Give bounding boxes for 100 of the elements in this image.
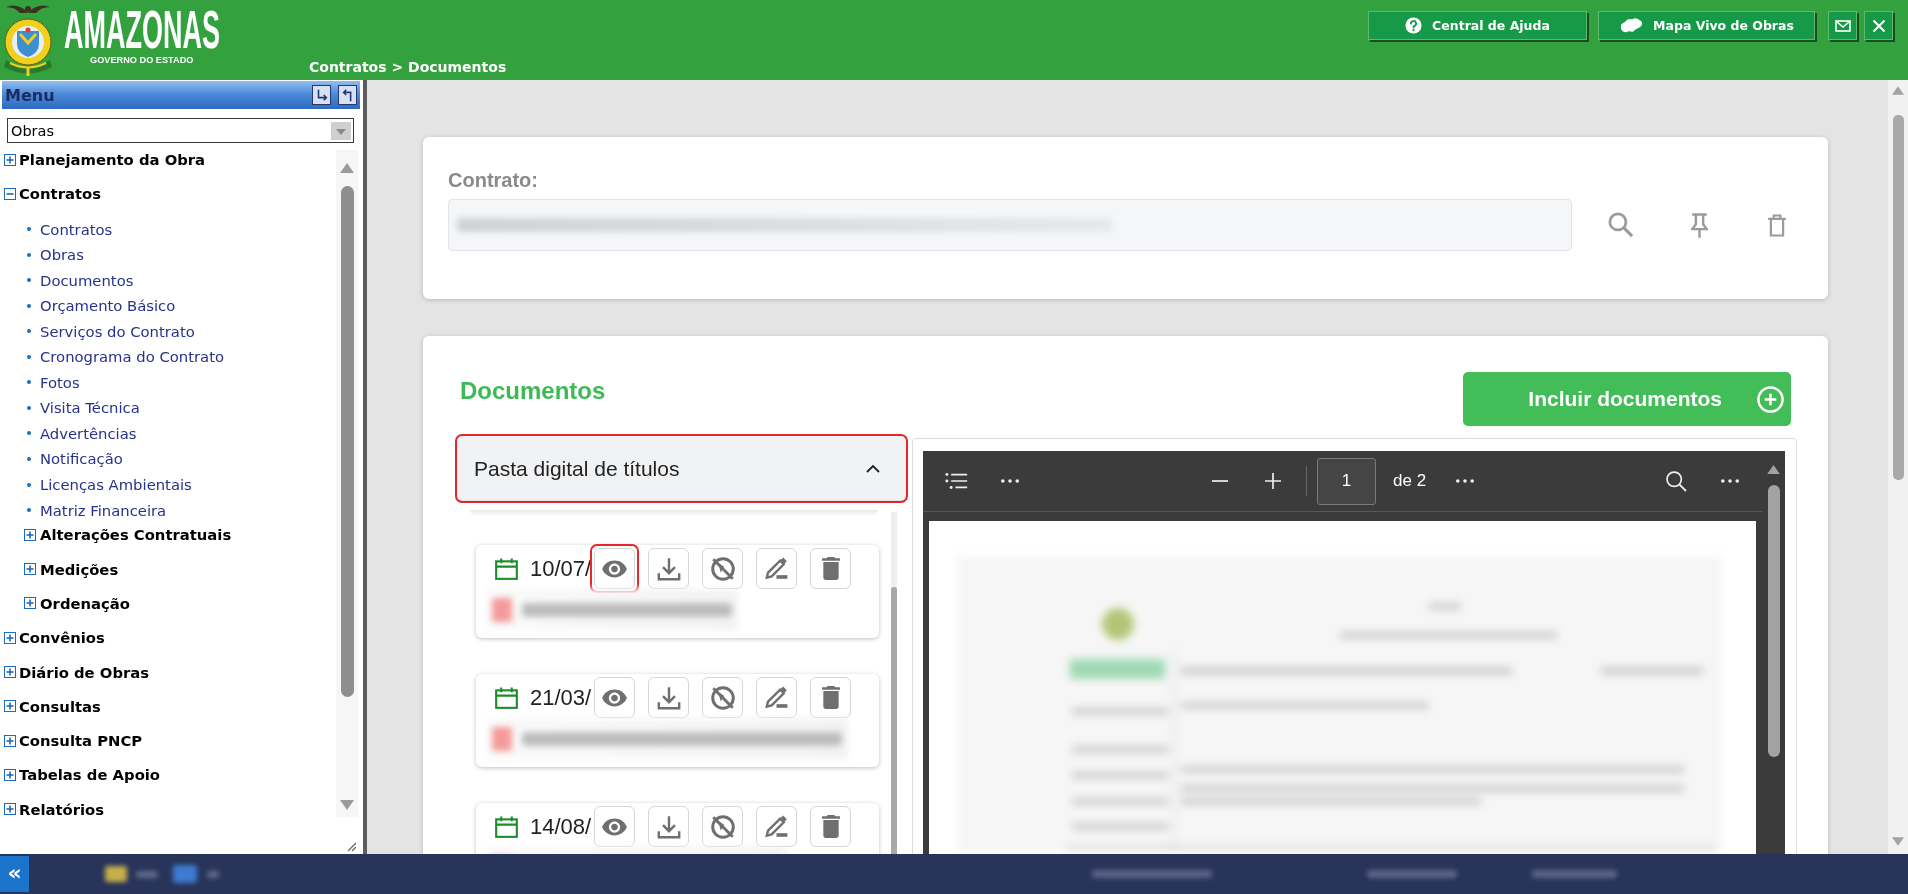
page-count-text: de 2 bbox=[1393, 471, 1427, 491]
menu-folder[interactable]: Convênios bbox=[0, 625, 336, 650]
scrollbar-thumb[interactable] bbox=[891, 587, 897, 854]
trash-icon bbox=[821, 815, 840, 838]
collapse-button[interactable]: « bbox=[0, 856, 29, 892]
calendar-icon bbox=[495, 815, 518, 838]
menu-link[interactable]: Documentos bbox=[20, 267, 336, 293]
menu-link[interactable]: Obras bbox=[20, 241, 336, 268]
pencil-icon bbox=[765, 815, 788, 838]
menu-folder[interactable]: Planejamento da Obra bbox=[0, 147, 336, 172]
contract-field[interactable] bbox=[448, 199, 1572, 251]
menu-link[interactable]: Fotos bbox=[20, 369, 336, 396]
map-button[interactable]: Mapa Vivo de Obras bbox=[1598, 11, 1815, 40]
menu-tool-button[interactable] bbox=[338, 85, 357, 105]
close-button[interactable] bbox=[1864, 11, 1893, 40]
bullet-icon bbox=[27, 380, 31, 385]
menu-folder[interactable]: Ordenação bbox=[20, 591, 336, 616]
blurred-status-text bbox=[136, 870, 158, 878]
pencil-icon bbox=[765, 686, 788, 709]
field-label: Contrato: bbox=[448, 169, 538, 191]
state-map-icon bbox=[1619, 17, 1644, 34]
bullet-icon bbox=[27, 252, 31, 257]
bullet-icon bbox=[27, 456, 31, 461]
edit-button[interactable] bbox=[756, 548, 797, 589]
scrollbar-thumb[interactable] bbox=[1767, 485, 1780, 757]
calendar-icon bbox=[495, 557, 518, 580]
breadcrumb: Contratos > Documentos bbox=[309, 59, 507, 76]
view-button[interactable] bbox=[594, 806, 635, 847]
eye-icon bbox=[601, 688, 628, 707]
menu-folder[interactable]: Diário de Obras bbox=[0, 660, 336, 685]
eye-icon bbox=[601, 559, 628, 578]
menu-tool-button[interactable] bbox=[312, 85, 331, 105]
trash-icon bbox=[821, 557, 840, 580]
menu-folder[interactable]: Consultas bbox=[0, 694, 336, 719]
delete-button[interactable] bbox=[810, 677, 851, 718]
help-button[interactable]: Central de Ajuda bbox=[1368, 11, 1587, 40]
crossed-circle-icon bbox=[710, 556, 735, 581]
crossed-circle-icon bbox=[710, 685, 735, 710]
download-button[interactable] bbox=[648, 548, 689, 589]
bullet-icon bbox=[27, 227, 31, 232]
disable-button[interactable] bbox=[702, 806, 743, 847]
logo-title: AMAZONAS bbox=[64, 5, 220, 53]
delete-button[interactable] bbox=[810, 806, 851, 847]
menu-link[interactable]: Advertências bbox=[20, 420, 336, 447]
disable-button[interactable] bbox=[702, 677, 743, 718]
trash-icon bbox=[821, 686, 840, 709]
mail-button[interactable] bbox=[1828, 11, 1857, 40]
menu-link[interactable]: Notificação bbox=[20, 446, 336, 472]
minus-icon bbox=[1212, 480, 1228, 482]
download-icon bbox=[656, 556, 681, 581]
menu-folder[interactable]: Contratos bbox=[0, 182, 336, 206]
menu-link[interactable]: Serviços do Contrato bbox=[20, 318, 336, 344]
menu-link[interactable]: Licenças Ambientais bbox=[20, 471, 336, 498]
date-text: 21/03/ bbox=[530, 684, 592, 711]
download-icon bbox=[656, 814, 681, 839]
module-select[interactable]: Obras bbox=[7, 118, 354, 143]
menu-folder[interactable]: Medições bbox=[20, 557, 336, 582]
download-button[interactable] bbox=[648, 677, 689, 718]
bullet-icon bbox=[27, 482, 31, 487]
bullet-icon bbox=[27, 303, 31, 308]
download-button[interactable] bbox=[648, 806, 689, 847]
menu-link[interactable]: Visita Técnica bbox=[20, 395, 336, 421]
dots-icon bbox=[1721, 479, 1739, 483]
page-number-field[interactable]: 1 bbox=[1317, 457, 1376, 505]
trash-icon bbox=[1767, 213, 1787, 237]
bullet-icon bbox=[27, 354, 31, 359]
up-triangle-icon[interactable] bbox=[340, 163, 354, 173]
menu-folder[interactable]: Relatórios bbox=[0, 797, 336, 822]
up-triangle-icon[interactable] bbox=[1767, 465, 1780, 474]
scrollbar-thumb[interactable] bbox=[340, 186, 354, 697]
menu-link[interactable]: Cronograma do Contrato bbox=[20, 344, 336, 370]
delete-button[interactable] bbox=[810, 548, 851, 589]
dots-icon bbox=[1001, 479, 1019, 483]
menu-link[interactable]: Orçamento Básico bbox=[20, 292, 336, 319]
bullet-icon bbox=[27, 508, 31, 513]
down-triangle-icon[interactable] bbox=[340, 800, 354, 810]
folder-accordion[interactable]: Pasta digital de títulos bbox=[458, 437, 905, 500]
section-title: Documentos bbox=[460, 377, 606, 405]
blurred-status-icon bbox=[173, 865, 197, 883]
edit-button[interactable] bbox=[756, 806, 797, 847]
search-icon bbox=[1665, 470, 1687, 492]
calendar-icon bbox=[495, 686, 518, 709]
menu-folder[interactable]: Consulta PNCP bbox=[0, 728, 336, 753]
pin-icon bbox=[1690, 212, 1708, 238]
disable-button[interactable] bbox=[702, 548, 743, 589]
date-text: 10/07/ bbox=[530, 555, 592, 582]
edit-button[interactable] bbox=[756, 677, 797, 718]
bullet-icon bbox=[27, 405, 31, 410]
scrollbar-thumb[interactable] bbox=[1892, 115, 1904, 480]
menu-folder[interactable]: Alterações Contratuais bbox=[20, 522, 336, 547]
plus-circle-icon bbox=[1757, 385, 1784, 413]
menu-folder[interactable]: Tabelas de Apoio bbox=[0, 762, 336, 787]
logo-subtitle: GOVERNO DO ESTADO bbox=[90, 55, 194, 66]
crossed-circle-icon bbox=[710, 814, 735, 839]
view-button[interactable] bbox=[594, 677, 635, 718]
download-icon bbox=[656, 685, 681, 710]
mail-icon bbox=[1834, 19, 1851, 32]
menu-link[interactable]: Contratos bbox=[20, 216, 336, 242]
menu-link[interactable]: Matriz Financeira bbox=[20, 497, 336, 523]
menu-title: Menu bbox=[5, 85, 55, 105]
